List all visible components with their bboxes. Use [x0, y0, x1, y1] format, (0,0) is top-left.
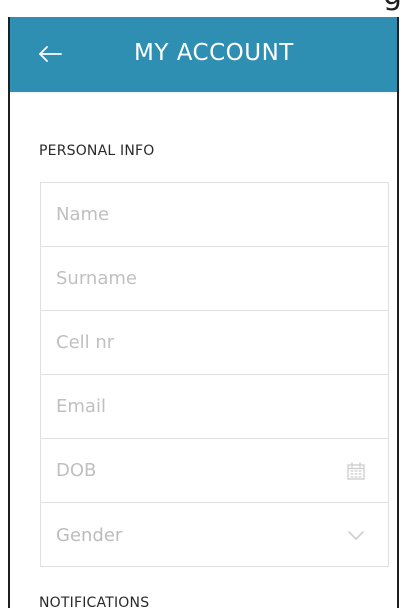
gender-field[interactable]: Gender: [41, 503, 388, 567]
partial-top-text: g: [383, 0, 402, 10]
dob-field[interactable]: [41, 439, 388, 503]
personal-info-section-title: PERSONAL INFO: [39, 143, 155, 159]
name-input[interactable]: [56, 204, 388, 225]
app-header: MY ACCOUNT: [10, 17, 397, 92]
my-account-screen: MY ACCOUNT PERSONAL INFO Name Surname Ce…: [8, 17, 399, 608]
screenshot-page: g MY ACCOUNT PERSONAL INFO: [0, 0, 410, 608]
gender-select[interactable]: Gender: [56, 525, 388, 546]
surname-input[interactable]: [56, 268, 388, 289]
cell-number-input[interactable]: [56, 332, 388, 353]
notifications-section-title: NOTIFICATIONS: [39, 595, 150, 608]
email-field[interactable]: [41, 375, 388, 439]
email-input[interactable]: [56, 396, 388, 417]
arrow-left-icon[interactable]: [35, 39, 65, 69]
surname-field[interactable]: [41, 247, 388, 311]
name-field[interactable]: [41, 183, 388, 247]
personal-info-form: Gender: [40, 182, 389, 567]
page-title: MY ACCOUNT: [134, 40, 294, 66]
chevron-down-icon[interactable]: [345, 524, 367, 546]
dob-input[interactable]: [56, 460, 388, 481]
calendar-icon[interactable]: [345, 460, 367, 482]
cell-number-field[interactable]: [41, 311, 388, 375]
